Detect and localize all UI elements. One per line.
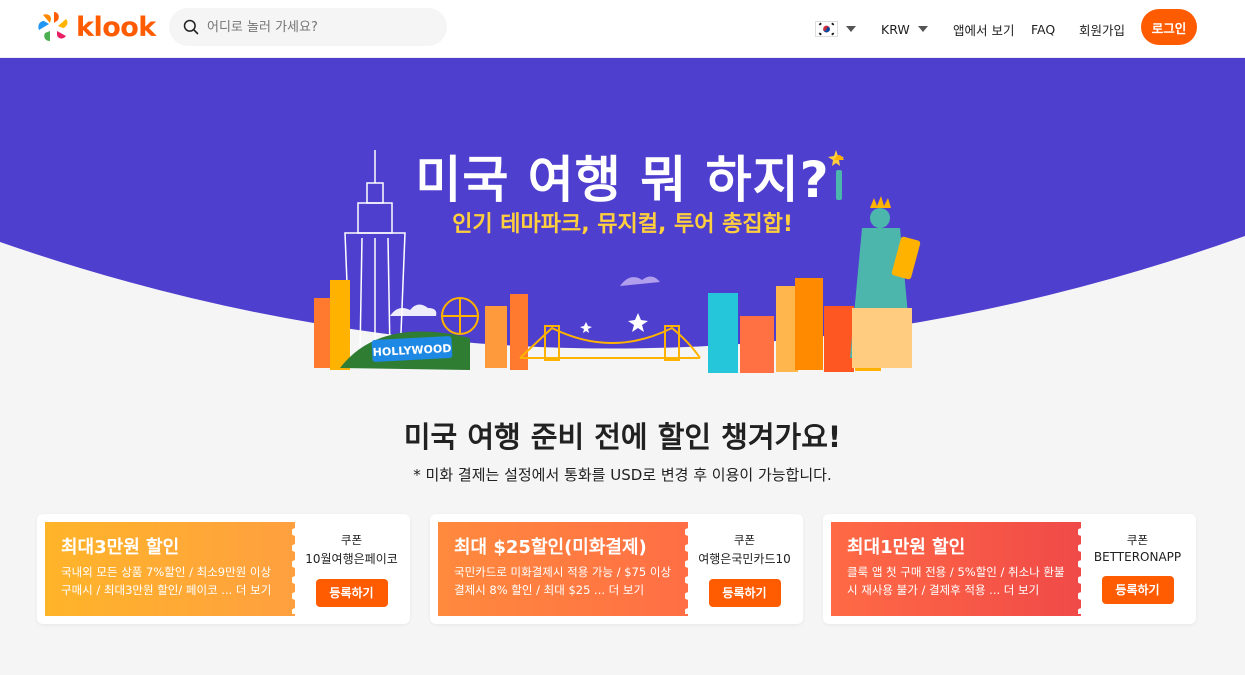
- logo-text: klook: [76, 11, 156, 43]
- coupon-card: 최대 $25할인(미화결제) 국민카드로 미화결제시 적용 가능 / $75 이…: [430, 514, 803, 624]
- coupon-code: BETTERONAPP: [1093, 550, 1182, 564]
- hero-banner[interactable]: HOLLYWOOD 미국 여행 뭐 하지? 인기 테마파크, 뮤지컬, 투어 총…: [0, 58, 1245, 373]
- coupon-action: 쿠폰 여행은국민카드10 등록하기: [692, 522, 797, 616]
- coupon-info[interactable]: 최대 $25할인(미화결제) 국민카드로 미화결제시 적용 가능 / $75 이…: [438, 522, 691, 616]
- banner-title: 미국 여행 뭐 하지?: [415, 151, 830, 209]
- register-coupon-button[interactable]: 등록하기: [1101, 576, 1174, 604]
- klook-logo[interactable]: klook: [36, 10, 156, 44]
- coupon-code: 여행은국민카드10: [698, 552, 791, 566]
- banner-subtitle: 인기 테마파크, 뮤지컬, 투어 총집합!: [452, 212, 793, 237]
- app-download-link[interactable]: 앱에서 보기: [953, 0, 1014, 58]
- klook-logo-icon: [38, 12, 68, 41]
- coupon-action: 쿠폰 BETTERONAPP 등록하기: [1085, 522, 1190, 616]
- coupon-card: 최대3만원 할인 국내외 모든 상품 7%할인 / 최소9만원 이상 구매시 /…: [37, 514, 410, 624]
- faq-link[interactable]: FAQ: [1031, 0, 1055, 58]
- search-bar[interactable]: [169, 8, 447, 46]
- search-input[interactable]: [207, 19, 427, 35]
- coupon-info[interactable]: 최대3만원 할인 국내외 모든 상품 7%할인 / 최소9만원 이상 구매시 /…: [45, 522, 298, 616]
- chevron-down-icon: [917, 26, 928, 32]
- coupon-action: 쿠폰 10월여행은페이코 등록하기: [299, 522, 404, 616]
- coupon-description: 클룩 앱 첫 구매 전용 / 5%할인 / 취소나 환불시 재사용 불가 / 결…: [847, 565, 1065, 597]
- coupon-title: 최대 $25할인(미화결제): [454, 537, 647, 558]
- coupon-code: 10월여행은페이코: [305, 552, 398, 566]
- language-selector[interactable]: [815, 0, 856, 58]
- coupon-description: 국민카드로 미화결제시 적용 가능 / $75 이상 결제시 8% 할인 / 최…: [454, 565, 672, 597]
- currency-selector[interactable]: KRW: [881, 0, 928, 58]
- coupon-title: 최대1만원 할인: [847, 537, 966, 558]
- coupon-description: 국내외 모든 상품 7%할인 / 최소9만원 이상 구매시 / 최대3만원 할인…: [61, 565, 272, 597]
- coupon-label: 쿠폰: [340, 533, 363, 547]
- coupon-label: 쿠폰: [733, 533, 756, 547]
- signup-link[interactable]: 회원가입: [1079, 0, 1125, 58]
- register-coupon-button[interactable]: 등록하기: [315, 579, 388, 607]
- coupon-info[interactable]: 최대1만원 할인 클룩 앱 첫 구매 전용 / 5%할인 / 취소나 환불시 재…: [831, 522, 1084, 616]
- coupon-title: 최대3만원 할인: [61, 537, 180, 558]
- korea-flag-icon: [815, 21, 838, 37]
- coupon-card: 최대1만원 할인 클룩 앱 첫 구매 전용 / 5%할인 / 취소나 환불시 재…: [823, 514, 1196, 624]
- register-coupon-button[interactable]: 등록하기: [708, 579, 781, 607]
- coupon-label: 쿠폰: [1126, 533, 1149, 547]
- currency-label: KRW: [881, 21, 910, 37]
- search-icon: [183, 19, 199, 35]
- section-note: * 미화 결제는 설정에서 통화를 USD로 변경 후 이용이 가능합니다.: [413, 466, 832, 484]
- top-navigation-bar: klook KRW 앱에서 보기 FAQ 회: [0, 0, 1245, 58]
- login-button[interactable]: 로그인: [1141, 9, 1197, 45]
- chevron-down-icon: [846, 26, 856, 32]
- section-title: 미국 여행 준비 전에 할인 챙겨가요!: [403, 420, 842, 454]
